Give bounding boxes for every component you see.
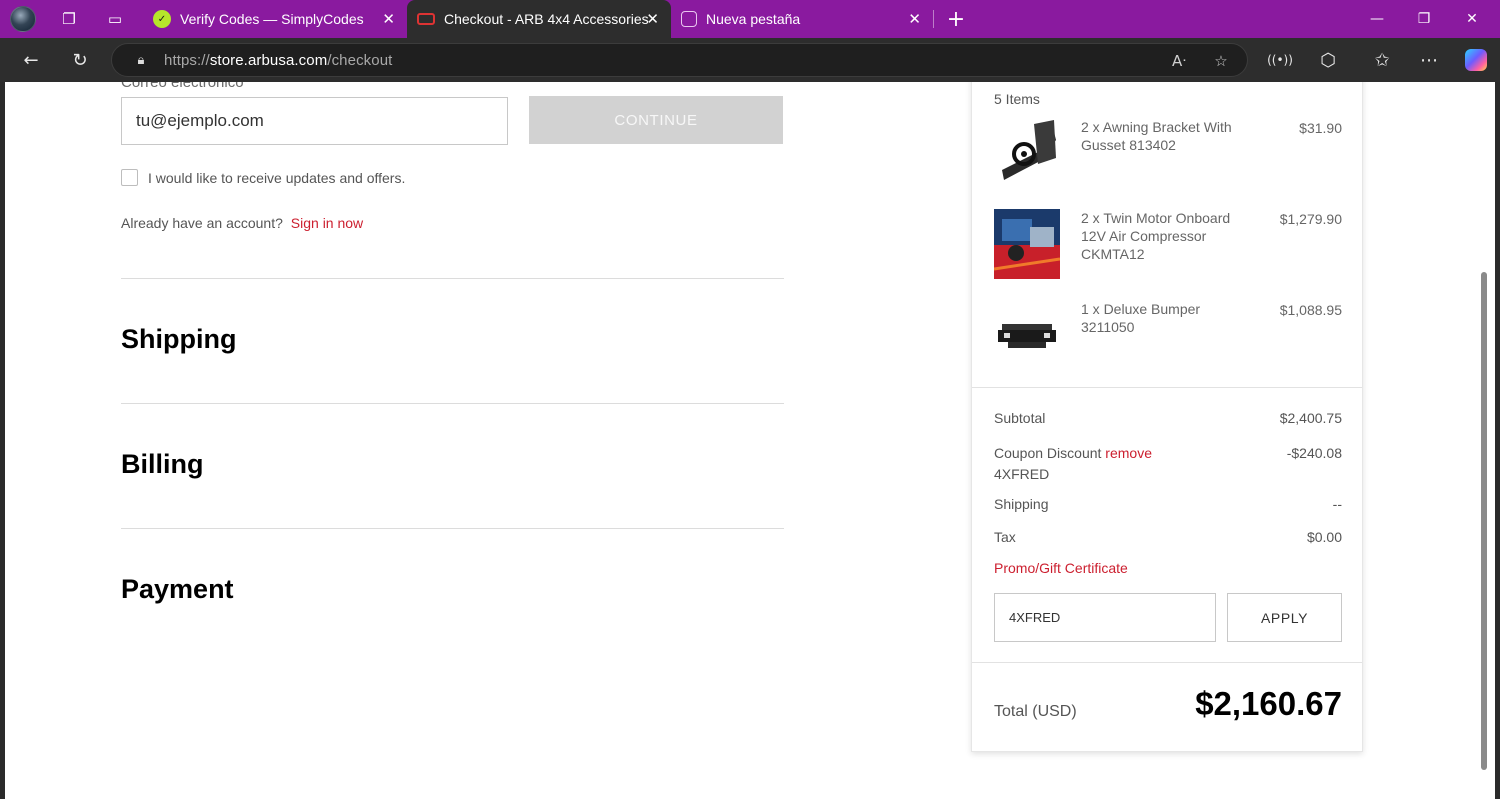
apply-button[interactable]: APPLY [1227,593,1342,642]
payment-section-title[interactable]: Payment [121,574,234,605]
account-prompt-text: Already have an account? [121,215,283,231]
close-tab-icon[interactable]: ✕ [908,10,921,28]
section-divider [121,278,784,279]
lock-icon[interactable]: 🔒︎ [132,51,150,69]
cart-item-price: $1,279.90 [1279,211,1342,227]
read-aloud-icon[interactable]: Aᐧ [1169,51,1189,71]
promo-code-input[interactable] [994,593,1216,642]
items-count: 5 Items [994,91,1040,107]
deluxe-bumper-product-image [998,324,1056,348]
shipping-row: Shipping -- [994,496,1342,512]
coupon-label: Coupon Discount [994,445,1102,461]
cart-item-name: 2 x Awning Bracket With Gusset 813402 [1081,119,1232,153]
new-tab-plus-icon[interactable]: + [943,6,969,32]
sign-in-link[interactable]: Sign in now [291,215,363,231]
close-tab-icon[interactable]: ✕ [382,10,395,28]
page-scrollbar[interactable] [1481,272,1487,770]
updates-checkbox[interactable] [121,169,138,186]
shipping-section-title[interactable]: Shipping [121,324,236,355]
vertical-tabs-icon[interactable]: ▭ [102,6,128,32]
tax-value: $0.00 [1306,529,1342,545]
updates-checkbox-label: I would like to receive updates and offe… [148,169,406,186]
more-menu-icon[interactable]: ⋯ [1415,46,1443,74]
subtotal-value: $2,400.75 [1279,410,1342,426]
coupon-row: Coupon Discount remove 4XFRED -$240.08 [994,443,1342,485]
section-divider [121,403,784,404]
tab-new-tab[interactable]: Nueva pestaña ✕ [671,0,933,38]
shipping-value: -- [1332,496,1342,512]
new-tab-favicon-icon [681,11,697,27]
continue-button[interactable]: CONTINUE [529,96,783,144]
cart-item-price: $31.90 [1299,120,1342,136]
restore-icon[interactable]: ❐ [1401,0,1447,38]
tab-title: Nueva pestaña [706,11,801,27]
back-arrow-icon[interactable]: ← [17,46,45,74]
subtotal-label: Subtotal [994,410,1046,426]
coupon-value: -$240.08 [1286,445,1342,461]
close-window-icon[interactable]: ✕ [1449,0,1495,38]
total-label: Total (USD) [994,703,1077,720]
section-divider [121,528,784,529]
tax-label: Tax [994,529,1016,545]
billing-section-title[interactable]: Billing [121,449,204,480]
arb-favicon-icon [417,13,435,25]
browser-tab-bar: ❐ ▭ ✓ Verify Codes — SimplyCodes ✕ Check… [0,0,1500,38]
profile-avatar-icon[interactable] [10,6,36,32]
tab-checkout-arb[interactable]: Checkout - ARB 4x4 Accessories ✕ [407,0,671,38]
simplycodes-favicon-icon: ✓ [153,10,171,28]
tab-simplycodes[interactable]: ✓ Verify Codes — SimplyCodes ✕ [143,0,407,38]
tab-separator [933,10,934,28]
copilot-icon[interactable] [1465,49,1487,71]
coupon-code: 4XFRED [994,466,1050,482]
summary-divider [972,662,1362,663]
refresh-icon[interactable]: ↻ [66,46,94,74]
awning-bracket-product-image [1002,120,1056,180]
email-label: Correo electrónico [121,82,244,91]
workspaces-icon[interactable]: ❐ [56,6,82,32]
tax-row: Tax $0.00 [994,529,1342,545]
subtotal-row: Subtotal $2,400.75 [994,410,1342,426]
cart-item-name: 2 x Twin Motor Onboard 12V Air Compresso… [1081,210,1231,262]
close-tab-icon[interactable]: ✕ [646,10,659,28]
tab-title: Verify Codes — SimplyCodes [180,11,364,27]
url-text[interactable]: https://store.arbusa.com/checkout [164,52,392,69]
cart-item-price: $1,088.95 [1279,302,1342,318]
tab-title: Checkout - ARB 4x4 Accessories [444,11,649,27]
order-summary: 5 Items 2 x Awning Bracket With Gusset 8… [971,82,1363,752]
air-compressor-product-image [994,209,1060,279]
address-bar[interactable]: 🔒︎ https://store.arbusa.com/checkout Aᐧ … [111,43,1248,77]
shipping-label: Shipping [994,496,1049,512]
total-value: $2,160.67 [1195,685,1342,722]
browser-toolbar: ← ↻ 🔒︎ https://store.arbusa.com/checkout… [0,38,1500,82]
updates-opt-in[interactable]: I would like to receive updates and offe… [121,169,405,186]
favorites-icon[interactable]: ✩ [1368,46,1396,74]
account-prompt: Already have an account? Sign in now [121,215,363,231]
minimize-icon[interactable]: — [1354,0,1400,38]
checkout-page: Correo electrónico CONTINUE I would like… [5,82,1495,799]
summary-divider [972,387,1362,388]
remove-coupon-link[interactable]: remove [1105,445,1152,461]
media-icon[interactable]: ((•)) [1266,46,1294,74]
extensions-icon[interactable]: ⬡ [1314,46,1342,74]
cart-item-name: 1 x Deluxe Bumper 3211050 [1081,301,1201,335]
promo-gift-certificate-link[interactable]: Promo/Gift Certificate [994,560,1342,576]
favorite-star-icon[interactable]: ☆ [1211,51,1231,71]
email-input[interactable] [121,97,508,145]
